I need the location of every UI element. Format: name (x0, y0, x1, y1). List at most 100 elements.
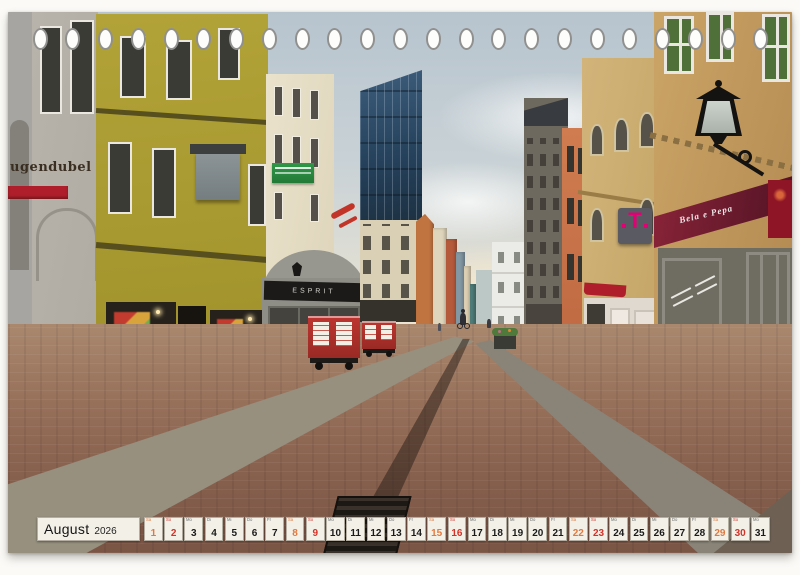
red-awning-small (584, 283, 627, 298)
window (590, 208, 604, 242)
flower (508, 329, 511, 332)
window (292, 88, 301, 118)
binding-hole (557, 28, 572, 50)
binding-hole (65, 28, 80, 50)
telekom-dot (644, 224, 648, 228)
binding-hole (590, 28, 605, 50)
window (498, 282, 504, 293)
window (274, 86, 283, 116)
binding-hole (262, 28, 277, 50)
day-cell: Di25 (630, 517, 649, 541)
calendar-days: Sa1So2Mo3Di4Mi5Do6Fr7Sa8So9Mo10Di11Mi12D… (144, 517, 770, 541)
cornice (96, 242, 271, 263)
bookstore-sign: ugendubel (10, 160, 96, 180)
cart-label (365, 325, 376, 340)
window (567, 254, 574, 280)
day-cell: Di4 (205, 517, 224, 541)
esprit-sign: ESPRIT (264, 281, 364, 303)
day-cell: Di18 (488, 517, 507, 541)
window (590, 124, 604, 156)
display-light (156, 310, 160, 314)
day-cell: Mi5 (225, 517, 244, 541)
logo-circle (773, 188, 787, 202)
cornice (492, 306, 528, 308)
window (567, 198, 574, 224)
day-cell: Mi26 (650, 517, 669, 541)
binding-hole (131, 28, 146, 50)
pedestrian (487, 319, 491, 328)
day-cell: Mo31 (751, 517, 770, 541)
window (292, 136, 301, 166)
binding-hole (459, 28, 474, 50)
bike-wheel (464, 323, 470, 329)
day-cell: So16 (448, 517, 467, 541)
binding-hole (327, 28, 342, 50)
day-cell: Mo24 (609, 517, 628, 541)
binding-holes (8, 12, 792, 72)
building-blue-glass (360, 70, 422, 322)
street-photo: ugendubel (8, 12, 792, 553)
bay-box (196, 152, 240, 200)
window (567, 146, 574, 172)
month-name: August (44, 521, 89, 537)
binding-hole (426, 28, 441, 50)
pedestrian (438, 323, 441, 331)
day-cell: Sa22 (569, 517, 588, 541)
window (514, 282, 520, 293)
binding-hole (491, 28, 506, 50)
day-cell: Sa8 (286, 517, 305, 541)
day-cell: Do27 (670, 517, 689, 541)
building-orange-gable (416, 214, 434, 342)
cart-wheel (366, 351, 372, 357)
day-cell: Fr21 (549, 517, 568, 541)
window (498, 252, 504, 263)
binding-hole (688, 28, 703, 50)
street-lantern-icon (686, 80, 776, 180)
window (108, 142, 132, 214)
day-cell: Sa1 (144, 517, 163, 541)
cornice (96, 108, 271, 125)
cart-label (313, 322, 329, 346)
cart-label (381, 325, 392, 340)
green-shop-sign (272, 163, 314, 183)
window (639, 112, 655, 148)
day-cell: Sa15 (427, 517, 446, 541)
binding-hole (524, 28, 539, 50)
day-cell: So9 (306, 517, 325, 541)
day-cell: So2 (164, 517, 183, 541)
glass-mullions (360, 70, 422, 222)
window (310, 194, 319, 222)
calendar-sheet: ugendubel (0, 0, 800, 575)
day-cell: So23 (589, 517, 608, 541)
binding-hole (655, 28, 670, 50)
binding-hole (360, 28, 375, 50)
day-cell: Mo10 (326, 517, 345, 541)
display-light (248, 317, 252, 321)
binding-hole (622, 28, 637, 50)
day-cell: Mi12 (367, 517, 386, 541)
bay-awning (190, 144, 246, 154)
day-cell: Mo3 (184, 517, 203, 541)
window (152, 148, 176, 218)
bike-wheel (457, 323, 463, 329)
binding-hole (295, 28, 310, 50)
binding-hole (98, 28, 113, 50)
day-cell: Mo17 (468, 517, 487, 541)
red-sign-strip (8, 186, 68, 199)
cart-wheel (315, 362, 323, 370)
arch-window-outline (36, 208, 98, 281)
red-panel-sign (768, 180, 792, 238)
cart-wheel (386, 351, 392, 357)
day-cell: Fr7 (265, 517, 284, 541)
binding-hole (393, 28, 408, 50)
sale-cart (362, 317, 396, 357)
window (274, 134, 283, 164)
day-cell: So30 (731, 517, 750, 541)
day-cell: Fr14 (407, 517, 426, 541)
calendar-month-label: August 2026 (37, 517, 140, 541)
day-cell: Sa29 (711, 517, 730, 541)
year: 2026 (94, 526, 116, 537)
telekom-sign: T (618, 208, 652, 244)
day-cell: Fr28 (690, 517, 709, 541)
cornice (492, 272, 528, 274)
